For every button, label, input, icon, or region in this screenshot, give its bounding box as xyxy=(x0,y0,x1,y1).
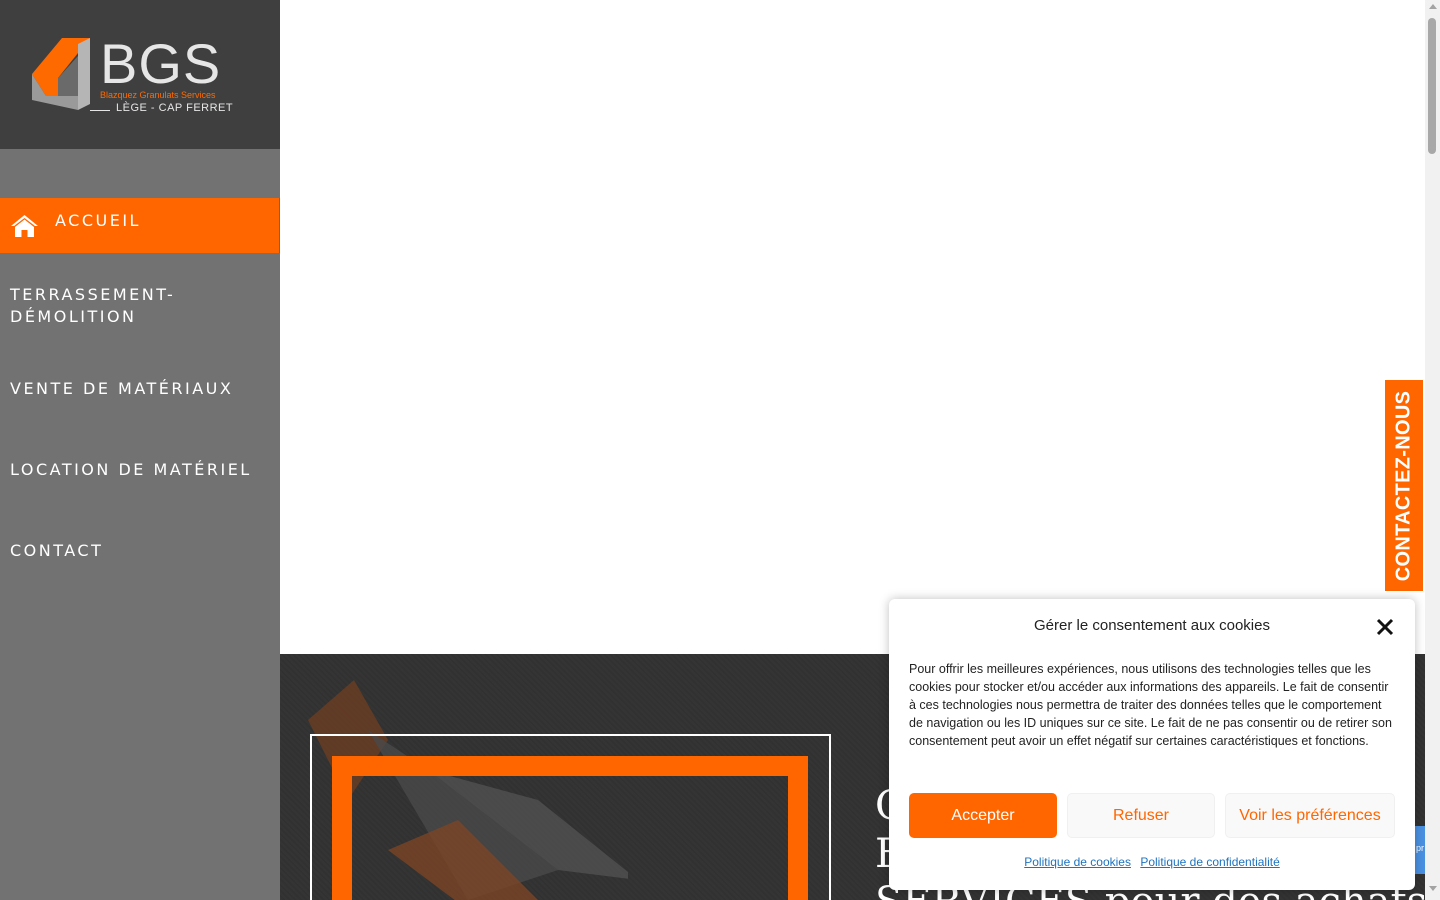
nav-label-location: LOCATION DE MATÉRIEL xyxy=(10,460,252,479)
nav-label-accueil: ACCUEIL xyxy=(55,211,141,230)
logo-divider xyxy=(90,110,110,111)
logo[interactable]: BGS Blazquez Granulats Services LÈGE - C… xyxy=(0,0,280,149)
nav-label-vente: VENTE DE MATÉRIAUX xyxy=(10,379,234,398)
contact-tab-button[interactable]: CONTACTEZ-NOUS xyxy=(1384,379,1424,592)
image-frame-accent xyxy=(332,756,808,900)
close-icon[interactable] xyxy=(1375,617,1395,637)
nav-label-demolition: DÉMOLITION xyxy=(10,307,137,326)
contact-tab-label: CONTACTEZ-NOUS xyxy=(1392,390,1415,581)
preferences-button[interactable]: Voir les préférences xyxy=(1225,793,1395,838)
accept-button[interactable]: Accepter xyxy=(909,793,1057,838)
page-scrollbar[interactable] xyxy=(1425,0,1440,900)
nav-item-accueil[interactable]: ACCUEIL xyxy=(0,198,280,253)
nav-label-terrassement: TERRASSEMENT- xyxy=(10,285,176,304)
nav-item-location[interactable]: LOCATION DE MATÉRIEL xyxy=(0,459,280,481)
cookie-links: Politique de cookies Politique de confid… xyxy=(889,855,1415,869)
cookie-title: Gérer le consentement aux cookies xyxy=(1034,617,1270,634)
scroll-thumb[interactable] xyxy=(1428,18,1436,154)
sidebar: BGS Blazquez Granulats Services LÈGE - C… xyxy=(0,0,280,900)
nav-label-contact: CONTACT xyxy=(10,541,104,560)
scroll-down-arrow-icon[interactable] xyxy=(1429,886,1437,891)
cookie-description: Pour offrir les meilleures expériences, … xyxy=(909,662,1392,748)
nav-item-contact[interactable]: CONTACT xyxy=(0,540,280,562)
nav-item-vente[interactable]: VENTE DE MATÉRIAUX xyxy=(0,378,280,400)
nav-item-terrassement[interactable]: TERRASSEMENT- DÉMOLITION xyxy=(0,284,280,328)
logo-location: LÈGE - CAP FERRET xyxy=(116,102,234,114)
logo-mark-icon xyxy=(32,38,90,110)
home-icon xyxy=(11,215,38,237)
refuse-button[interactable]: Refuser xyxy=(1067,793,1215,838)
logo-text: BGS xyxy=(100,32,222,95)
scroll-up-arrow-icon[interactable] xyxy=(1429,4,1437,9)
logo-subtitle: Blazquez Granulats Services xyxy=(100,90,216,100)
privacy-policy-link[interactable]: Politique de confidentialité xyxy=(1140,855,1279,869)
cookie-consent-dialog: Gérer le consentement aux cookies Pour o… xyxy=(889,599,1415,890)
recaptcha-text: pr xyxy=(1416,843,1425,853)
cookie-policy-link[interactable]: Politique de cookies xyxy=(1024,855,1131,869)
